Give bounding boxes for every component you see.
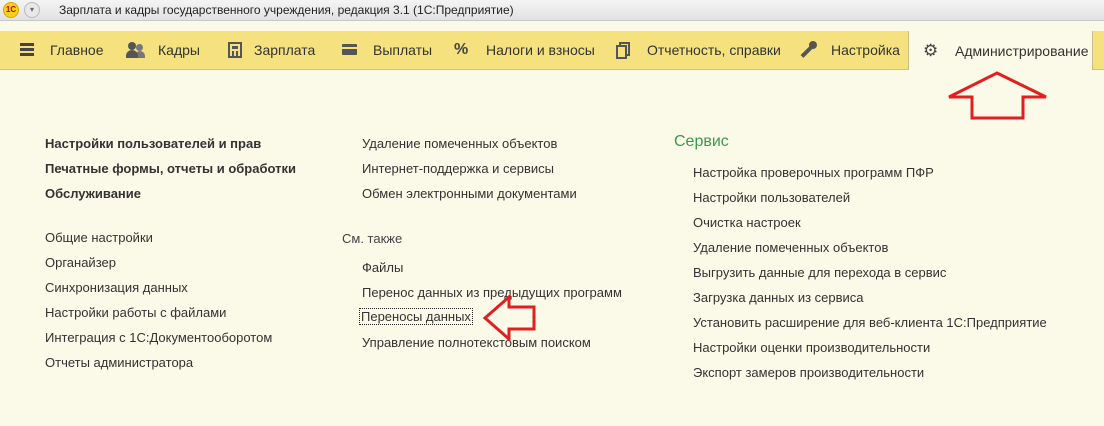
link-docflow-integration[interactable]: Интеграция с 1С:Документооборотом xyxy=(45,330,272,345)
sections-panel: Главное Кадры Зарплата Выплаты % Налоги … xyxy=(0,31,1104,70)
main-menu-button[interactable]: ▾ xyxy=(24,2,40,18)
section-main[interactable]: Главное xyxy=(18,31,104,69)
section-reports[interactable]: Отчетность, справки xyxy=(615,31,781,69)
link-general-settings[interactable]: Общие настройки xyxy=(45,230,153,245)
section-salary[interactable]: Зарплата xyxy=(228,31,315,69)
section-label: Выплаты xyxy=(373,42,433,58)
annotation-arrow-left-icon xyxy=(482,294,536,342)
link-file-settings[interactable]: Настройки работы с файлами xyxy=(45,305,226,320)
calculator-icon xyxy=(228,42,242,58)
link-internet-support[interactable]: Интернет-поддержка и сервисы xyxy=(362,161,554,176)
annotation-arrow-up-icon xyxy=(948,71,1047,120)
service-heading: Сервис xyxy=(674,133,729,150)
staff-icon xyxy=(126,41,146,59)
link-edi-exchange[interactable]: Обмен электронными документами xyxy=(362,186,577,201)
title-bar: 1С ▾ Зарплата и кадры государственного у… xyxy=(0,0,1104,21)
link-organizer[interactable]: Органайзер xyxy=(45,255,116,270)
reports-icon xyxy=(615,41,635,59)
wrench-icon xyxy=(799,41,819,59)
link-fulltext-search[interactable]: Управление полнотекстовым поиском xyxy=(362,335,591,350)
link-performance-settings[interactable]: Настройки оценки производительности xyxy=(693,340,930,355)
section-label: Зарплата xyxy=(254,42,316,58)
app-logo-icon[interactable]: 1С xyxy=(3,2,19,18)
link-export-to-service[interactable]: Выгрузить данные для перехода в сервис xyxy=(693,265,946,280)
section-label: Отчетность, справки xyxy=(647,42,781,58)
section-settings[interactable]: Настройка xyxy=(799,31,900,69)
see-also-heading: См. также xyxy=(342,231,403,246)
link-import-from-service[interactable]: Загрузка данных из сервиса xyxy=(693,290,864,305)
gear-icon: ⚙ xyxy=(923,40,939,60)
link-data-transfers[interactable]: Переносы данных xyxy=(359,308,473,325)
link-user-settings-rights[interactable]: Настройки пользователей и прав xyxy=(45,136,261,151)
link-files[interactable]: Файлы xyxy=(362,260,403,275)
percent-icon: % xyxy=(454,41,469,58)
section-staff[interactable]: Кадры xyxy=(126,31,200,69)
section-administration[interactable]: ⚙ Администрирование xyxy=(908,31,1093,70)
section-payments[interactable]: Выплаты xyxy=(341,31,432,69)
link-clear-settings[interactable]: Очистка настроек xyxy=(693,215,801,230)
link-install-web-extension[interactable]: Установить расширение для веб-клиента 1С… xyxy=(693,315,1047,330)
section-label: Настройка xyxy=(831,42,900,58)
menu-icon xyxy=(18,41,38,59)
link-data-sync[interactable]: Синхронизация данных xyxy=(45,280,188,295)
link-print-forms-reports[interactable]: Печатные формы, отчеты и обработки xyxy=(45,161,296,176)
link-user-settings[interactable]: Настройки пользователей xyxy=(693,190,850,205)
window-title: Зарплата и кадры государственного учрежд… xyxy=(59,3,514,17)
wallet-icon xyxy=(341,41,361,59)
section-taxes[interactable]: % Налоги и взносы xyxy=(454,31,595,69)
section-label: Налоги и взносы xyxy=(486,42,595,58)
link-maintenance[interactable]: Обслуживание xyxy=(45,186,141,201)
link-pfr-check-programs[interactable]: Настройка проверочных программ ПФР xyxy=(693,165,934,180)
link-service-delete-marked[interactable]: Удаление помеченных объектов xyxy=(693,240,888,255)
link-delete-marked-objects[interactable]: Удаление помеченных объектов xyxy=(362,136,557,151)
section-label: Кадры xyxy=(158,42,200,58)
link-export-performance[interactable]: Экспорт замеров производительности xyxy=(693,365,924,380)
section-label: Администрирование xyxy=(955,42,1089,59)
link-admin-reports[interactable]: Отчеты администратора xyxy=(45,355,193,370)
section-label: Главное xyxy=(50,42,104,58)
